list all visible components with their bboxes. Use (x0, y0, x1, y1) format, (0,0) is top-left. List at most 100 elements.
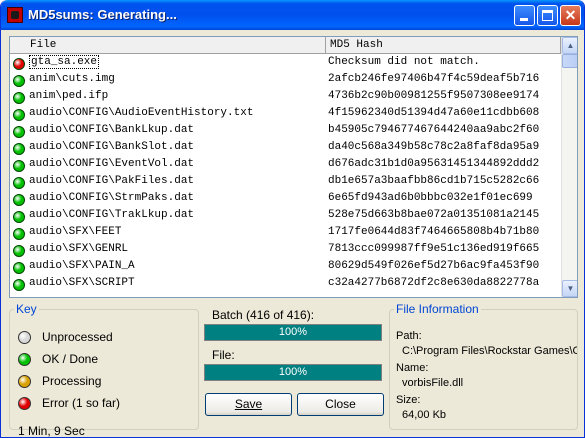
file-name: audio\CONFIG\TrakLkup.dat (29, 209, 195, 221)
size-label: Size: (396, 394, 421, 406)
scroll-down-button[interactable]: ▼ (562, 280, 577, 297)
status-dot-icon (18, 353, 31, 366)
file-list[interactable]: File MD5 Hash gta_sa.exe Checksum did not… (9, 36, 578, 298)
close-window-button[interactable]: ✕ (560, 5, 581, 26)
md5-hash: d676adc31b1d0a95631451344892ddd2 (328, 158, 540, 170)
file-information-group: File Information Path: C:\Program Files\… (389, 302, 578, 430)
md5sums-window: MD5sums: Generating... ✕ File MD5 Hash g… (0, 0, 585, 438)
close-icon: ✕ (564, 7, 577, 23)
batch-progress-label: Batch (416 of 416): (212, 308, 315, 322)
file-name: audio\CONFIG\PakFiles.dat (29, 175, 195, 187)
status-dot-icon (13, 92, 25, 104)
key-group: Key Unprocessed OK / Done Processing Err… (9, 302, 199, 437)
file-name: audio\SFX\GENRL (29, 243, 129, 255)
key-label: Processing (42, 374, 102, 388)
status-dot-icon (18, 375, 31, 388)
file-progress-text: 100% (278, 366, 308, 378)
md5-hash: b45905c794677467644240aa9abc2f60 (328, 124, 540, 136)
md5-hash: 4736b2c90b00981255f9507308ee9174 (328, 90, 540, 102)
file-progress-label: File: (212, 348, 235, 362)
file-name: audio\CONFIG\StrmPaks.dat (29, 192, 195, 204)
md5-hash: db1e657a3baafbb86cd1b715c5282c66 (328, 175, 540, 187)
md5-hash: 2afcb246fe97406b47f4c59deaf5b716 (328, 73, 540, 85)
list-rows: gta_sa.exe Checksum did not match. anim\cu… (10, 55, 561, 297)
md5-hash: 1717fe0644d83f7464665808b4b71b80 (328, 226, 540, 238)
list-item[interactable]: audio\SFX\GENRL 7813ccc099987ff9e51c136ed… (10, 242, 561, 259)
file-name: audio\SFX\PAIN_A (29, 260, 135, 272)
status-dot-icon (13, 177, 25, 189)
maximize-button[interactable] (537, 5, 558, 26)
md5-hash: 80629d549f026ef5d27b6ac9fa453f90 (328, 260, 540, 272)
column-header-file[interactable]: File (26, 37, 326, 54)
status-dot-icon (13, 245, 25, 257)
batch-progress-text: 100% (278, 326, 308, 338)
status-dot-icon (13, 262, 25, 274)
name-value: vorbisFile.dll (402, 377, 464, 389)
elapsed-time: 1 Min, 9 Sec (18, 424, 85, 438)
list-item[interactable]: anim\cuts.img 2afcb246fe97406b47f4c59deaf… (10, 72, 561, 89)
scroll-thumb[interactable] (562, 54, 577, 68)
status-dot-icon (18, 331, 31, 344)
file-progress-bar: 100% (204, 364, 382, 381)
list-item[interactable]: audio\CONFIG\TrakLkup.dat 528e75d663b8bae… (10, 208, 561, 225)
status-dot-icon (13, 58, 25, 70)
status-dot-icon (13, 75, 25, 87)
status-dot-icon (13, 160, 25, 172)
size-value: 64,00 Kb (402, 409, 447, 421)
close-button[interactable]: Close (297, 393, 384, 416)
status-dot-icon (13, 194, 25, 206)
file-name: gta_sa.exe (29, 55, 100, 69)
md5-hash: 528e75d663b8bae072a01351081a2145 (328, 209, 540, 221)
file-name: anim\cuts.img (29, 73, 115, 85)
minimize-button[interactable] (514, 5, 535, 26)
scroll-up-button[interactable]: ▲ (562, 37, 577, 54)
arrow-down-icon: ▼ (566, 284, 575, 293)
status-dot-icon (13, 228, 25, 240)
minimize-icon (520, 18, 528, 21)
file-name: audio\CONFIG\BankSlot.dat (29, 141, 195, 153)
status-dot-icon (13, 126, 25, 138)
maximize-icon (542, 10, 553, 21)
file-name: audio\CONFIG\EventVol.dat (29, 158, 195, 170)
column-header-md5[interactable]: MD5 Hash (326, 37, 561, 54)
list-item[interactable]: audio\CONFIG\PakFiles.dat db1e657a3baafbb… (10, 174, 561, 191)
list-header: File MD5 Hash (10, 37, 561, 54)
list-item[interactable]: audio\CONFIG\BankLkup.dat b45905c79467746… (10, 123, 561, 140)
vertical-scrollbar[interactable]: ▲ ▼ (561, 37, 577, 297)
list-item[interactable]: audio\SFX\SCRIPT c32a4277b6872df2c8e630da… (10, 276, 561, 293)
key-label: Error (1 so far) (42, 396, 121, 410)
list-item[interactable]: audio\CONFIG\AudioEventHistory.txt 4f1596… (10, 106, 561, 123)
file-name: audio\SFX\FEET (29, 226, 122, 238)
path-value: C:\Program Files\Rockstar Games\G (402, 345, 578, 357)
list-item[interactable]: audio\SFX\FEET 1717fe0644d83f7464665808b4… (10, 225, 561, 242)
status-dot-icon (13, 211, 25, 223)
file-name: audio\CONFIG\BankLkup.dat (29, 124, 195, 136)
close-button-label: Close (325, 397, 356, 411)
status-dot-icon (18, 397, 31, 410)
file-name: audio\SFX\SCRIPT (29, 277, 135, 289)
save-button[interactable]: Save (205, 393, 292, 416)
list-item[interactable]: gta_sa.exe Checksum did not match. (10, 55, 561, 72)
name-label: Name: (396, 362, 429, 374)
status-dot-icon (13, 279, 25, 291)
md5-hash: Checksum did not match. (328, 56, 480, 68)
list-item[interactable]: audio\SFX\PAIN_A 80629d549f026ef5d27b6ac9… (10, 259, 561, 276)
batch-progress-bar: 100% (204, 324, 382, 341)
arrow-up-icon: ▲ (566, 41, 575, 50)
file-information-legend: File Information (396, 302, 479, 316)
title-bar[interactable]: MD5sums: Generating... ✕ (1, 0, 584, 30)
status-dot-icon (13, 109, 25, 121)
app-icon[interactable] (7, 7, 23, 23)
save-button-label: Save (234, 397, 263, 411)
list-item[interactable]: audio\CONFIG\EventVol.dat d676adc31b1d0a9… (10, 157, 561, 174)
key-legend: Key (16, 302, 37, 316)
key-label: Unprocessed (42, 330, 113, 344)
path-label: Path: (396, 330, 422, 342)
md5-hash: c32a4277b6872df2c8e630da8822778a (328, 277, 540, 289)
list-item[interactable]: audio\CONFIG\StrmPaks.dat 6e65fd943ad6b0b… (10, 191, 561, 208)
list-item[interactable]: audio\CONFIG\BankSlot.dat da40c568a349b58… (10, 140, 561, 157)
md5-hash: 4f15962340d51394d47a60e11cdbb608 (328, 107, 540, 119)
file-name: audio\CONFIG\AudioEventHistory.txt (29, 107, 254, 119)
list-item[interactable]: anim\ped.ifp 4736b2c90b00981255f9507308ee… (10, 89, 561, 106)
file-name: anim\ped.ifp (29, 90, 109, 102)
